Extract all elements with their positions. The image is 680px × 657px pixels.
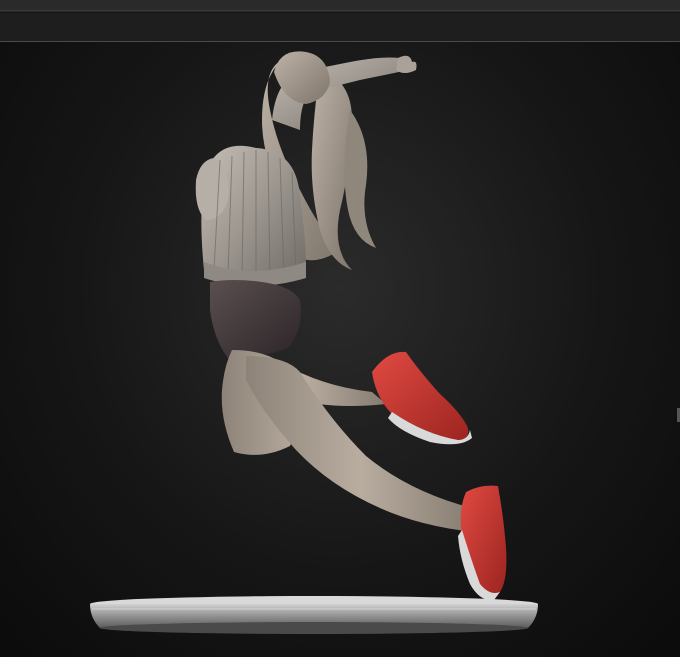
sculpt-app [0,0,680,657]
display-base-icon [90,596,538,634]
sculpt-figure-icon [195,51,507,601]
model-render[interactable] [0,0,680,656]
